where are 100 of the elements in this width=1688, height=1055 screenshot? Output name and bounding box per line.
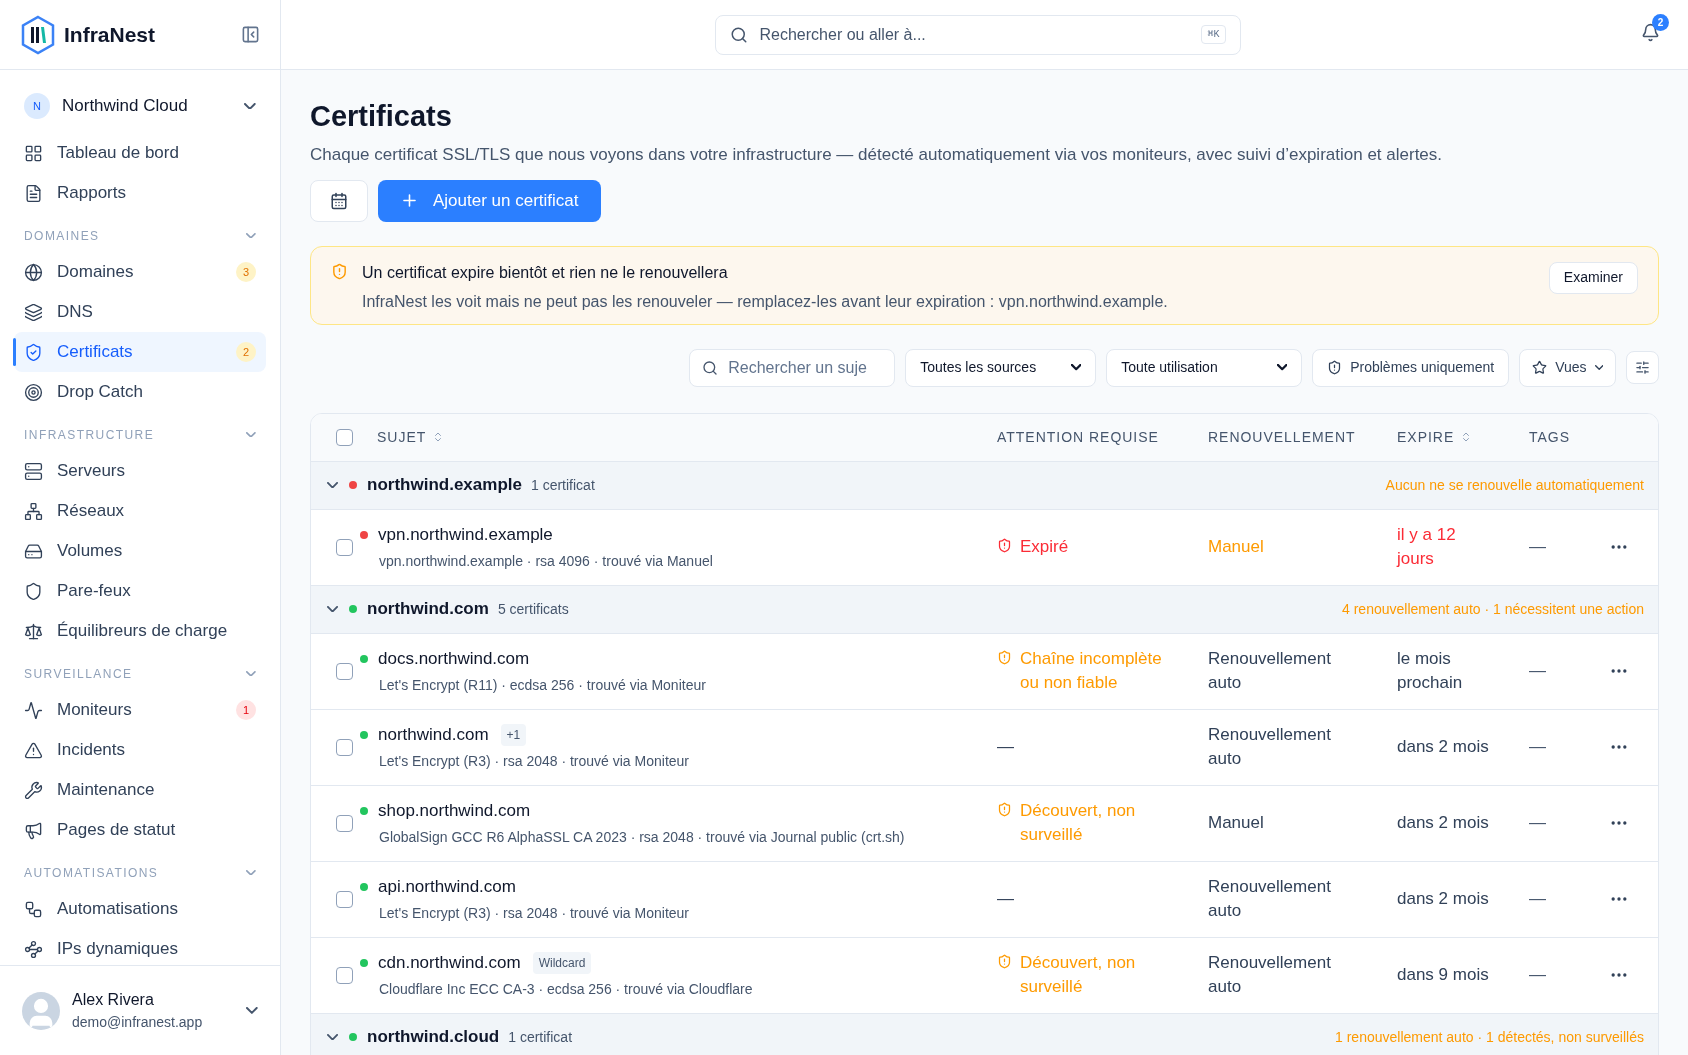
expiry-date: il y a 12 jours xyxy=(1397,524,1457,570)
logo-icon xyxy=(20,14,56,55)
checkbox[interactable] xyxy=(335,890,353,908)
group-summary: Aucun ne se renouvelle automatiquement xyxy=(1385,475,1644,495)
certificate-details: GlobalSign GCC R6 AlphaSSL CA 2023 · rsa 2048 · trouvé via Journal public (crt.sh) xyxy=(379,828,906,848)
attention-status: Chaîne incomplète ou non fiable xyxy=(1020,648,1163,694)
checkbox[interactable] xyxy=(335,428,353,446)
review-button[interactable]: Examiner xyxy=(1548,261,1638,294)
sidebar-item[interactable]: Drop Catch xyxy=(14,372,266,412)
group-name: northwind.example xyxy=(367,474,522,497)
workspace-avatar: N xyxy=(24,93,50,119)
column-header[interactable]: SUJET xyxy=(377,426,445,448)
problems-only-button[interactable]: Problèmes uniquement xyxy=(1312,348,1510,387)
checkbox[interactable] xyxy=(335,738,353,756)
group-name: northwind.com xyxy=(367,598,489,621)
certificate-details: Let's Encrypt (R3) · rsa 2048 · trouvé via Moniteur xyxy=(379,904,691,924)
sidebar-item[interactable]: DNS xyxy=(14,292,266,332)
star-icon xyxy=(1532,360,1548,375)
search-icon xyxy=(702,359,719,376)
waypoints-icon xyxy=(24,939,43,959)
attention-status: Découvert, non surveillé xyxy=(1020,952,1137,998)
sidebar-item[interactable]: Tableau de bord xyxy=(14,133,266,173)
globe-icon xyxy=(24,262,43,282)
chevron-down-icon[interactable] xyxy=(327,1033,339,1041)
group-row[interactable]: northwind.cloud 1 certificat 1 renouvellement auto · 1 détectés, non surveillés xyxy=(311,1013,1658,1055)
checkbox[interactable] xyxy=(335,966,353,984)
group-row[interactable]: northwind.example 1 certificat Aucun ne se renouvelle automatiquement xyxy=(311,461,1658,510)
certificate-subject[interactable]: cdn.northwind.com xyxy=(378,949,521,976)
active-indicator xyxy=(13,338,16,366)
renewal-mode: Renouvellement auto xyxy=(1208,648,1332,694)
global-search-field[interactable]: Rechercher ou aller à... ⌘K xyxy=(714,14,1241,55)
workspace-name: Northwind Cloud xyxy=(62,95,189,118)
add-certificate-button[interactable]: Ajouter un certificat xyxy=(378,179,601,222)
attention-status: Expiré xyxy=(1020,536,1069,558)
shield-alert-icon xyxy=(997,802,1012,817)
certificate-subject[interactable]: docs.northwind.com xyxy=(378,645,530,672)
page-title: Certificats xyxy=(310,99,453,134)
chevron-down-icon[interactable] xyxy=(327,605,339,613)
certificate-subject[interactable]: northwind.com xyxy=(378,721,489,748)
calendar-button[interactable] xyxy=(310,179,368,222)
sidebar-item[interactable]: Certificats 2 xyxy=(14,332,266,372)
section-heading: DOMAINES xyxy=(24,227,100,245)
search-icon xyxy=(729,25,748,44)
page-description: Chaque certificat SSL/TLS que nous voyons dans votre infrastructure — détecté automatiquement via vos moniteurs, avec suivi d’expiration et alertes. xyxy=(310,144,1444,166)
sidebar-item[interactable]: Incidents xyxy=(14,730,266,770)
usage-select[interactable]: Toute utilisation xyxy=(1106,348,1303,387)
sidebar-item[interactable]: IPs dynamiques xyxy=(14,929,266,965)
warning-icon xyxy=(24,740,43,760)
column-header: ATTENTION REQUISE xyxy=(997,427,1159,447)
user-name: Alex Rivera xyxy=(72,990,155,1010)
chevron-down-icon xyxy=(1276,364,1288,371)
collapse-sidebar-icon[interactable] xyxy=(241,25,260,44)
section-heading: SURVEILLANCE xyxy=(24,665,133,683)
dashboard-icon xyxy=(24,143,43,163)
checkbox[interactable] xyxy=(335,662,353,680)
notifications-icon[interactable] xyxy=(1641,23,1660,42)
renewal-mode: Renouvellement auto xyxy=(1208,724,1332,770)
views-button[interactable]: Vues xyxy=(1519,348,1616,387)
sidebar-item[interactable]: Maintenance xyxy=(14,770,266,810)
certificate-details: Let's Encrypt (R11) · ecdsa 256 · trouvé via Moniteur xyxy=(379,676,707,696)
count-badge: 2 xyxy=(236,342,256,362)
sidebar-item[interactable]: Moniteurs 1 xyxy=(14,690,266,730)
group-summary: 4 renouvellement auto · 1 nécessitent une action xyxy=(1342,599,1644,619)
expiry-date: dans 2 mois xyxy=(1397,812,1490,834)
checkbox[interactable] xyxy=(335,538,353,556)
user-menu[interactable]: Alex Rivera demo@infranest.app xyxy=(0,965,280,1055)
drive-icon xyxy=(24,541,43,561)
certificate-details: vpn.northwind.example · rsa 4096 · trouvé via Manuel xyxy=(379,552,714,572)
shield-alert-icon xyxy=(997,650,1012,665)
attention-status: — xyxy=(997,736,1014,758)
sliders-icon xyxy=(1635,360,1650,375)
sidebar-item[interactable]: Pare-feux xyxy=(14,571,266,611)
attention-status: — xyxy=(997,888,1014,910)
sidebar-item[interactable]: Volumes xyxy=(14,531,266,571)
certificate-subject[interactable]: api.northwind.com xyxy=(378,873,516,900)
sidebar-item[interactable]: Pages de statut xyxy=(14,810,266,850)
document-icon xyxy=(24,183,43,203)
sidebar-item[interactable]: Serveurs xyxy=(14,451,266,491)
group-row[interactable]: northwind.com 5 certificats 4 renouvellement auto · 1 nécessitent une action xyxy=(311,585,1658,634)
scale-icon xyxy=(24,621,43,641)
subject-search-field[interactable]: Rechercher un suje xyxy=(689,348,896,387)
certificate-details: Cloudflare Inc ECC CA-3 · ecdsa 256 · trouvé via Cloudflare xyxy=(379,980,754,1000)
certificate-subject[interactable]: shop.northwind.com xyxy=(378,797,531,824)
sidebar-item[interactable]: Réseaux xyxy=(14,491,266,531)
chevron-down-icon xyxy=(1070,364,1082,371)
megaphone-icon xyxy=(24,820,43,840)
certificate-subject[interactable]: vpn.northwind.example xyxy=(378,521,553,548)
sidebar-item[interactable]: Domaines 3 xyxy=(14,252,266,292)
chevron-down-icon[interactable] xyxy=(327,481,339,489)
sidebar-item[interactable]: Équilibreurs de charge xyxy=(14,611,266,651)
column-header: TAGS xyxy=(1529,427,1570,447)
source-select[interactable]: Toutes les sources xyxy=(905,348,1097,387)
renewal-mode: Renouvellement auto xyxy=(1208,876,1332,922)
sidebar-item[interactable]: Automatisations xyxy=(14,889,266,929)
sidebar-item[interactable]: Rapports xyxy=(14,173,266,213)
column-header: RENOUVELLEMENT xyxy=(1208,427,1356,447)
column-settings-button[interactable] xyxy=(1626,351,1659,384)
workspace-switcher[interactable]: N Northwind Cloud xyxy=(14,86,266,126)
checkbox[interactable] xyxy=(335,814,353,832)
column-header[interactable]: EXPIRE xyxy=(1397,426,1473,448)
